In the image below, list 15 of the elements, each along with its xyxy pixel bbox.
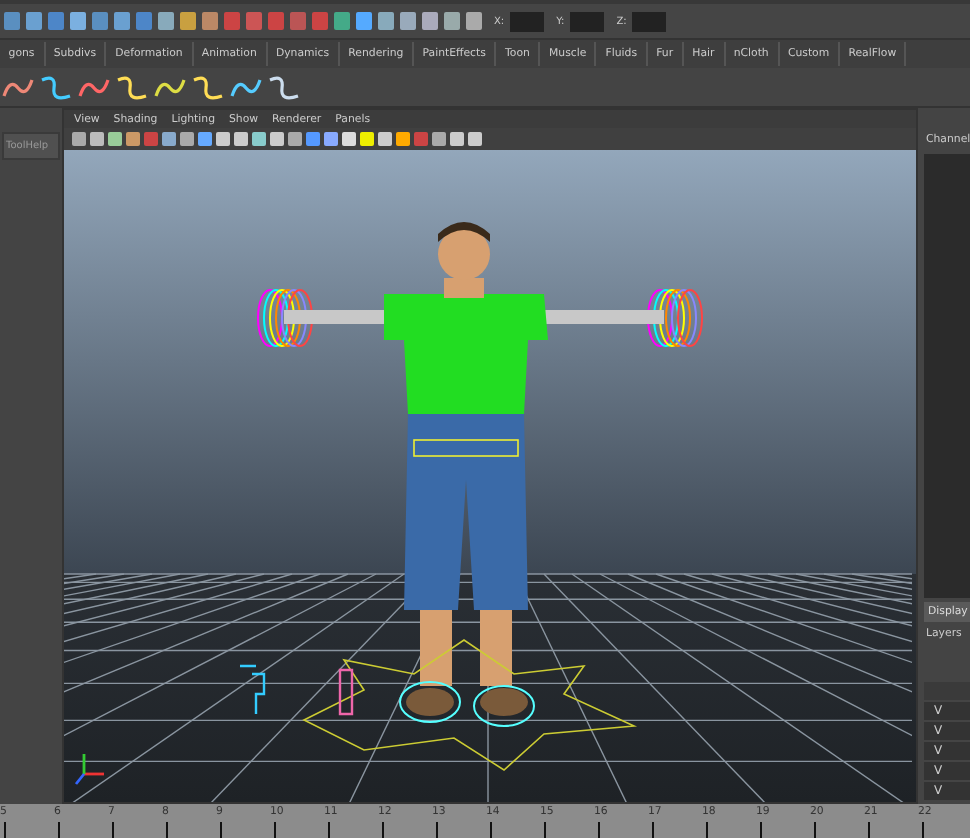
coordinate-field[interactable] — [632, 11, 667, 31]
curve-icon[interactable] — [190, 73, 226, 101]
coordinate-field[interactable] — [510, 11, 545, 31]
coordinate-field[interactable] — [570, 11, 605, 31]
axis-icon — [74, 754, 104, 785]
curve-icon[interactable] — [266, 73, 302, 101]
curve-icon[interactable] — [114, 73, 150, 101]
curve-icon[interactable] — [38, 73, 74, 101]
curve-icon[interactable] — [76, 73, 112, 101]
curve-icon[interactable] — [228, 73, 264, 101]
curve-icon[interactable] — [152, 73, 188, 101]
3d-viewport[interactable] — [64, 150, 916, 802]
control-curve-icon — [338, 668, 354, 716]
control-curve-icon — [238, 664, 266, 716]
curve-icon[interactable] — [0, 73, 36, 101]
